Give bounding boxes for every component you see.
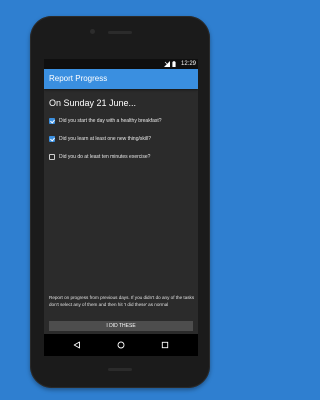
status-clock: 12:29 (180, 61, 196, 67)
front-camera (90, 29, 95, 34)
task-checkbox[interactable] (49, 118, 55, 124)
bottom-speaker (108, 368, 132, 371)
nav-bar (44, 334, 198, 356)
app-title: Report Progress (49, 74, 108, 83)
task-label: Did you learn at least one new thing/ski… (59, 136, 151, 142)
back-icon[interactable] (72, 340, 82, 350)
home-icon[interactable] (116, 340, 126, 350)
status-bar: 12:29 (44, 59, 198, 69)
page: 12:29 Report Progress On Sunday 21 June.… (0, 0, 240, 400)
task-label: Did you do at least ten minutes exercise… (59, 154, 151, 160)
i-did-these-button[interactable]: I DID THESE (49, 321, 193, 331)
task-label: Did you start the day with a healthy bre… (59, 118, 162, 124)
earpiece (108, 31, 132, 34)
date-heading: On Sunday 21 June... (49, 98, 137, 108)
signal-icon (163, 61, 170, 67)
recents-icon[interactable] (160, 340, 170, 350)
phone-frame: 12:29 Report Progress On Sunday 21 June.… (30, 16, 210, 388)
task-checkbox[interactable] (49, 136, 55, 142)
task-row-exercise[interactable]: Did you do at least ten minutes exercise… (49, 152, 150, 162)
task-row-learn[interactable]: Did you learn at least one new thing/ski… (49, 134, 151, 144)
instructions-text: Report on progress from previous days. I… (49, 295, 195, 307)
app-bar: Report Progress (44, 69, 198, 89)
task-checkbox[interactable] (49, 154, 55, 160)
screen: 12:29 Report Progress On Sunday 21 June.… (44, 59, 198, 356)
task-row-breakfast[interactable]: Did you start the day with a healthy bre… (49, 116, 162, 126)
battery-icon (172, 61, 178, 67)
